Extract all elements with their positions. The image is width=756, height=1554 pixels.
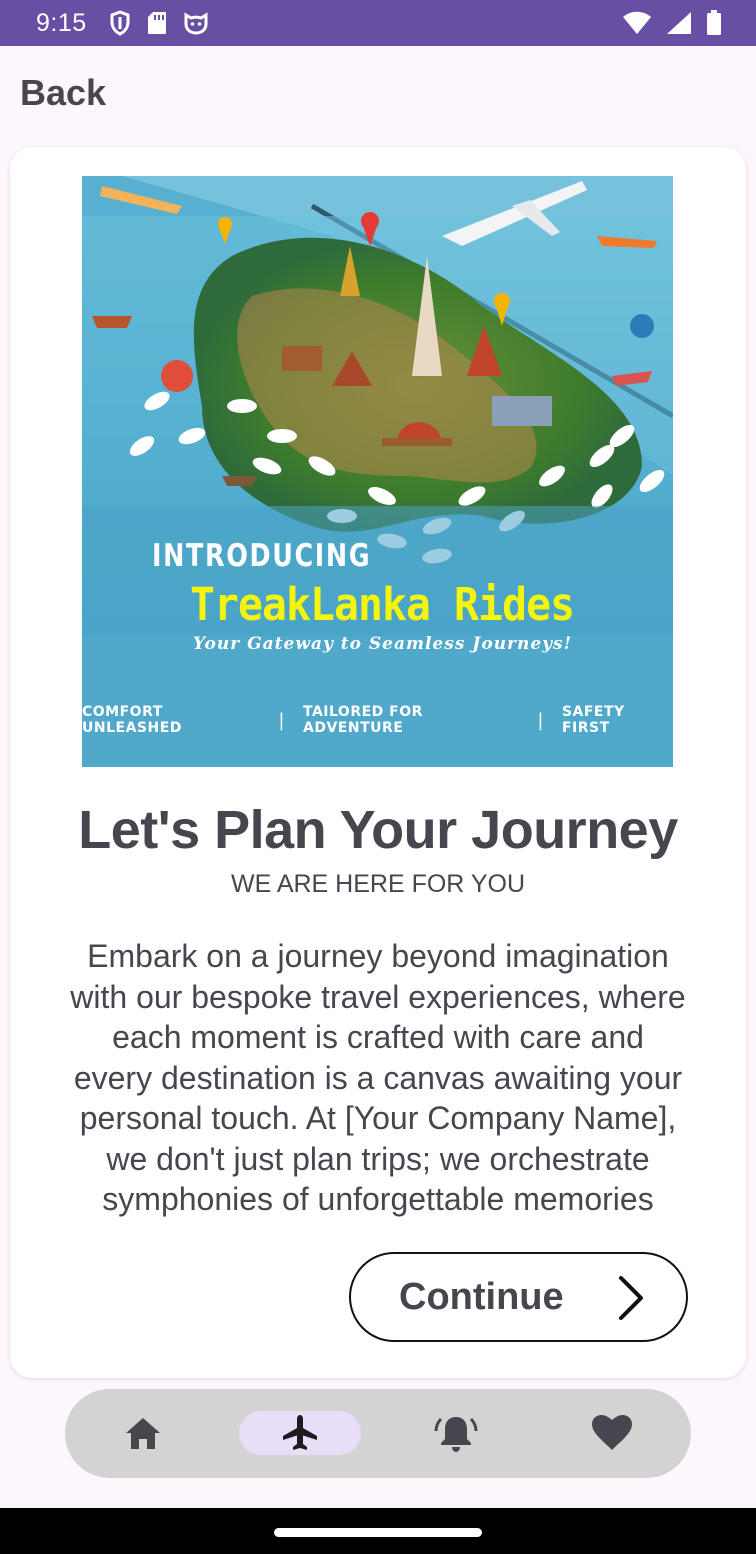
description-line: each moment is crafted with care and (112, 1019, 644, 1055)
home-icon (126, 1418, 160, 1449)
cat-face-icon (184, 12, 208, 35)
description-line: every destination is a canvas awaiting y… (73, 1059, 683, 1096)
hero-feature: COMFORT UNLEASHED (82, 704, 182, 736)
description: Embark on a journey beyond imagination w… (38, 936, 718, 1220)
signal-icon (667, 12, 691, 34)
home-gesture-handle[interactable] (274, 1528, 482, 1537)
description-line: personal touch. At [Your Company Name], (79, 1100, 677, 1136)
bottom-nav (65, 1389, 691, 1478)
hero-feature: TAILORED FOR ADVENTURE (303, 704, 423, 736)
status-bar: 9:15 (0, 0, 756, 46)
nav-item-notifications[interactable] (395, 1411, 517, 1455)
status-left: 9:15 (36, 9, 209, 38)
description-line: we don't just plan trips; we orchestrate (106, 1140, 650, 1177)
hero-separator: | (537, 709, 544, 731)
chevron-right-icon (619, 1276, 643, 1320)
description-line: with our bespoke travel experiences, whe… (70, 978, 686, 1015)
heart-icon (592, 1415, 632, 1450)
hero-feature: SAFETY FIRST (561, 704, 625, 736)
gesture-bar (0, 1508, 756, 1554)
page-subtitle: WE ARE HERE FOR YOU (230, 870, 526, 898)
nav-item-favorites[interactable] (551, 1411, 673, 1455)
continue-button[interactable]: Continue (349, 1252, 688, 1342)
hero-intro-text: INTRODUCING (152, 538, 372, 574)
description-line: symphonies of unforgettable memories (102, 1181, 654, 1217)
wifi-icon (623, 11, 651, 34)
hero-brand-text: TreakLanka Rides (190, 578, 575, 631)
nav-item-home[interactable] (82, 1411, 204, 1455)
bell-icon (434, 1417, 478, 1452)
hero-features: COMFORT UNLEASHED | TAILORED FOR ADVENTU… (82, 704, 673, 736)
journey-card: INTRODUCING TreakLanka Rides Your Gatewa… (10, 147, 746, 1378)
continue-label: Continue (399, 1276, 564, 1318)
hero-separator: | (278, 709, 285, 731)
hero-tagline: Your Gateway to Seamless Journeys! (192, 634, 573, 654)
status-right (622, 10, 722, 36)
page-title: Let's Plan Your Journey (78, 800, 678, 860)
airplane-icon (283, 1415, 317, 1450)
shield-icon (110, 10, 130, 36)
hero-illustration (82, 176, 673, 767)
nav-item-trips[interactable] (239, 1411, 361, 1455)
sd-card-icon (147, 12, 166, 34)
back-button[interactable]: Back (20, 72, 106, 114)
hero-image: INTRODUCING TreakLanka Rides Your Gatewa… (82, 176, 673, 767)
battery-icon (707, 10, 721, 35)
description-line: Embark on a journey beyond imagination (87, 938, 669, 974)
status-time: 9:15 (36, 8, 87, 37)
